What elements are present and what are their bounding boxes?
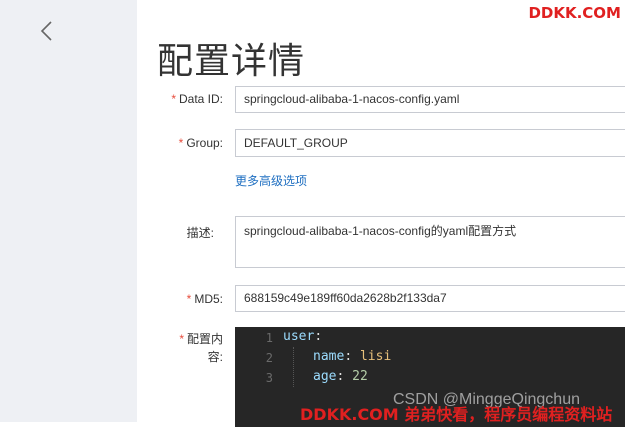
data-id-label-text: Data ID: (178, 92, 223, 106)
yaml-sep: : (336, 369, 353, 384)
group-label: * Group: (133, 136, 223, 150)
page-title: 配置详情 (157, 41, 306, 82)
back-arrow-icon[interactable] (38, 18, 58, 44)
editor-line: 2 name: lisi (235, 349, 625, 369)
md5-label: * MD5: (133, 292, 223, 306)
group-label-text: Group: (186, 136, 223, 150)
yaml-key: age (313, 369, 337, 384)
data-id-field[interactable]: springcloud-alibaba-1-nacos-config.yaml (235, 86, 625, 113)
code-text: name: lisi (313, 349, 391, 364)
description-label: 描述: (186, 226, 214, 240)
md5-label-text: MD5: (194, 292, 223, 306)
group-field[interactable]: DEFAULT_GROUP (235, 129, 625, 157)
yaml-sep: : (344, 349, 360, 364)
more-advanced-options-link[interactable]: 更多高级选项 (235, 172, 307, 189)
sidebar (0, 0, 137, 422)
line-number: 1 (265, 331, 273, 345)
data-id-label: * Data ID: (133, 92, 223, 106)
code-text: user: (283, 329, 322, 344)
required-marker: * (179, 332, 184, 346)
line-number: 2 (265, 351, 273, 365)
description-field[interactable]: springcloud-alibaba-1-nacos-config的yaml配… (235, 216, 625, 268)
yaml-value: 22 (352, 369, 368, 384)
yaml-key: user (283, 329, 315, 344)
line-number: 3 (265, 371, 273, 385)
content-label-line2: 容: (207, 350, 223, 364)
md5-field[interactable]: 688159c49e189ff60da2628b2f133da7 (235, 285, 625, 312)
watermark-bottom: DDKK.COM 弟弟快看，程序员编程资料站 (300, 405, 613, 424)
yaml-sep: : (314, 329, 323, 344)
required-marker: * (186, 292, 192, 306)
content-label-line1: 配置内 (186, 332, 223, 346)
yaml-key: name (313, 349, 345, 364)
content-label: * 配置内 容: (133, 330, 223, 366)
editor-line: 1 user: (235, 329, 625, 349)
required-marker: * (171, 92, 176, 106)
required-marker: * (178, 136, 184, 150)
yaml-value: lisi (359, 349, 392, 364)
editor-line: 3 age: 22 (235, 369, 625, 389)
code-text: age: 22 (313, 369, 368, 384)
watermark-top: DDKK.COM (528, 4, 621, 22)
